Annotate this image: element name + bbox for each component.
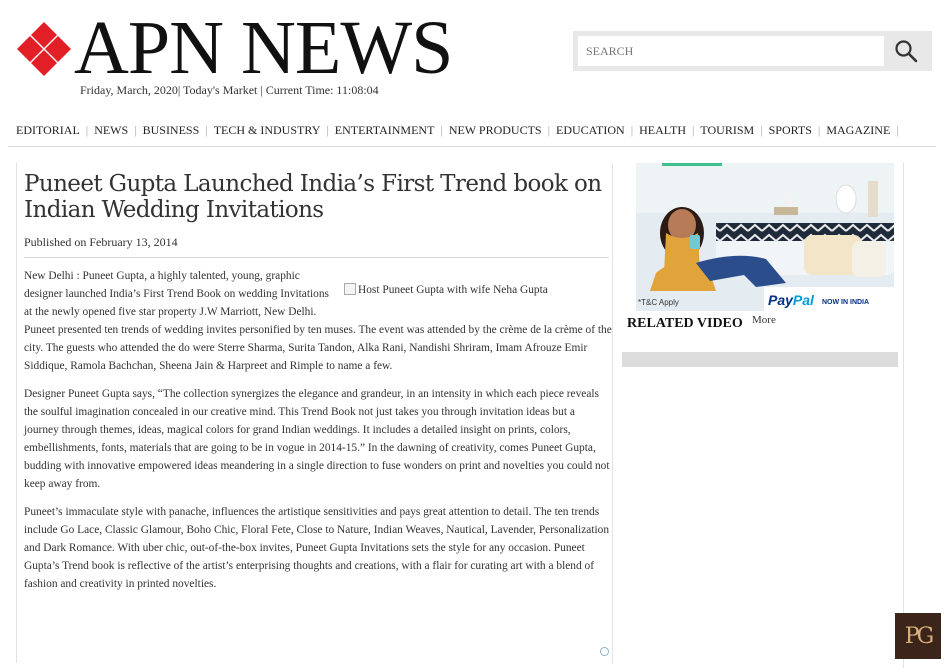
article-body: Host Puneet Gupta with wife Neha Gupta Ne… <box>24 267 612 603</box>
scroll-indicator-icon[interactable] <box>600 647 609 656</box>
sidebar-placeholder-bar <box>622 352 898 367</box>
nav-item-new-products[interactable]: NEW PRODUCTS <box>443 123 548 138</box>
nav-item-health[interactable]: HEALTH <box>633 123 692 138</box>
dateline: Friday, March, 2020| Today's Market | Cu… <box>80 83 379 97</box>
nav-item-entertainment[interactable]: ENTERTAINMENT <box>329 123 441 138</box>
nav-item-editorial[interactable]: EDITORIAL <box>16 123 86 138</box>
paypal-logo: PayPal <box>768 292 815 308</box>
paypal-ad-banner[interactable]: *T&C Apply PayPal NOW IN INDIA <box>636 163 894 311</box>
more-link[interactable]: More <box>752 314 776 326</box>
article-column: Puneet Gupta Launched India’s First Tren… <box>16 163 613 663</box>
nav-divider: | <box>896 123 899 137</box>
nav-item-tech-industry[interactable]: TECH & INDUSTRY <box>208 123 327 138</box>
article-paragraph-3: Puneet’s immaculate style with panache, … <box>24 506 610 590</box>
ad-tagline: NOW IN INDIA <box>822 299 869 306</box>
nav-divider-rule <box>8 146 936 147</box>
pg-badge-logo[interactable]: PG <box>895 613 941 659</box>
article-paragraph-2: Designer Puneet Gupta says, “The collect… <box>24 388 610 490</box>
article-paragraph-1: Host Puneet Gupta with wife Neha Gupta Ne… <box>24 267 612 375</box>
ad-illustration: *T&C Apply PayPal NOW IN INDIA <box>636 163 894 311</box>
nav-item-magazine[interactable]: MAGAZINE <box>820 123 896 138</box>
search-icon <box>894 40 917 63</box>
sidebar: *T&C Apply PayPal NOW IN INDIA RELATED V… <box>622 163 904 668</box>
nav-item-sports[interactable]: SPORTS <box>763 123 818 138</box>
site-logo[interactable]: APN NEWS <box>74 8 453 88</box>
article-image[interactable]: Host Puneet Gupta with wife Neha Gupta <box>344 281 612 309</box>
search-box <box>573 31 932 71</box>
search-button[interactable] <box>884 36 927 66</box>
ad-fineprint: *T&C Apply <box>638 298 679 307</box>
pg-badge-text: PG <box>904 623 934 649</box>
nav-item-business[interactable]: BUSINESS <box>137 123 206 138</box>
red-diamond-logo-icon[interactable] <box>17 22 71 76</box>
main-nav: EDITORIAL | NEWS | BUSINESS | TECH & INDUST… <box>16 123 899 138</box>
article-image-alt: Host Puneet Gupta with wife Neha Gupta <box>358 284 548 296</box>
nav-item-news[interactable]: NEWS <box>88 123 134 138</box>
search-input[interactable] <box>578 36 884 66</box>
related-video-heading: RELATED VIDEO <box>627 316 743 331</box>
article-title: Puneet Gupta Launched India’s First Tren… <box>24 171 602 223</box>
broken-image-icon <box>344 283 356 295</box>
title-divider <box>24 257 609 258</box>
nav-item-tourism[interactable]: TOURISM <box>694 123 760 138</box>
published-date: Published on February 13, 2014 <box>24 235 178 249</box>
nav-item-education[interactable]: EDUCATION <box>550 123 631 138</box>
